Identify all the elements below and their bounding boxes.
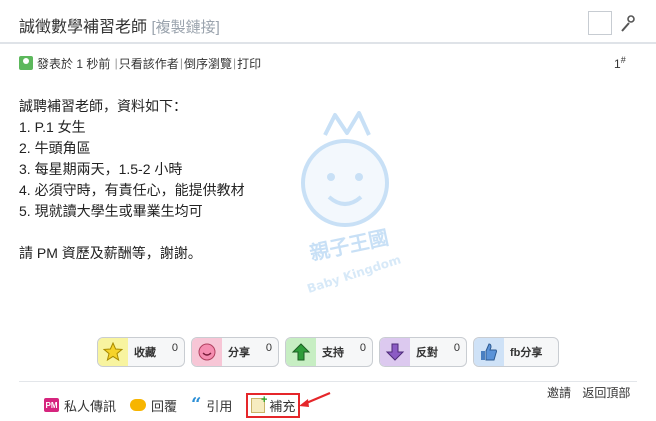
favorite-label: 收藏 — [134, 347, 156, 359]
oppose-button[interactable]: 反對 0 — [379, 337, 467, 367]
quote-button[interactable]: “ 引用 — [191, 396, 232, 415]
post-line: 5. 現就讀大學生或畢業生均可 — [19, 203, 203, 219]
up-arrow-icon — [286, 338, 316, 366]
thread-header: 誠徵數學補習老師 [複製鏈接] — [0, 0, 656, 44]
select-checkbox[interactable] — [588, 11, 612, 35]
supplement-label: 補充 — [269, 398, 296, 414]
reply-label: 回覆 — [151, 398, 178, 414]
post-line: 2. 牛頭角區 — [19, 140, 91, 156]
support-count: 0 — [359, 342, 366, 354]
only-author-link[interactable]: 只看該作者 — [119, 55, 179, 72]
post-line — [19, 222, 245, 243]
oppose-label: 反對 — [416, 347, 438, 359]
favorite-button[interactable]: 收藏 0 — [97, 337, 185, 367]
post-line: 1. P.1 女生 — [19, 119, 86, 135]
down-arrow-icon — [380, 338, 410, 366]
reverse-order-link[interactable]: 倒序瀏覽 — [184, 55, 232, 72]
supplement-button[interactable]: 補充 — [246, 392, 301, 418]
copy-link-button[interactable]: [複製鏈接] — [151, 19, 219, 36]
star-icon — [98, 338, 128, 366]
fb-share-label: fb分享 — [510, 347, 543, 359]
favorite-count: 0 — [171, 342, 178, 354]
baby-kingdom-watermark: 親子王國 Baby Kingdom — [301, 111, 403, 295]
fb-share-button[interactable]: fb分享 — [473, 337, 559, 367]
share-button[interactable]: 分享 0 — [191, 337, 279, 367]
share-count: 0 — [265, 342, 272, 354]
post-line: 4. 必須守時，有責任心，能提供教材 — [19, 182, 245, 198]
footer-divider — [19, 381, 637, 382]
highlight-arrow-icon — [299, 391, 331, 407]
pm-label: 私人傳訊 — [64, 398, 117, 414]
pm-button[interactable]: PM 私人傳訊 — [44, 396, 116, 415]
wrench-icon[interactable] — [619, 13, 635, 33]
quote-label: 引用 — [206, 398, 233, 414]
post-body: 誠聘補習老師，資料如下： 1. P.1 女生 2. 牛頭角區 3. 每星期兩天，… — [19, 96, 245, 264]
thread-title: 誠徵數學補習老師 — [19, 19, 148, 36]
invite-link[interactable]: 邀請 — [547, 386, 571, 400]
back-to-top-link[interactable]: 返回頂部 — [582, 386, 630, 400]
print-link[interactable]: 打印 — [237, 55, 261, 72]
post-actions: PM 私人傳訊 回覆 “ 引用 補充 — [44, 392, 314, 418]
reply-button[interactable]: 回覆 — [130, 396, 177, 415]
quote-icon: “ — [191, 394, 202, 415]
share-label: 分享 — [228, 347, 250, 359]
pm-icon: PM — [44, 398, 59, 412]
thumbs-up-icon — [474, 338, 504, 366]
add-note-icon — [251, 394, 267, 413]
floor-number[interactable]: 1# — [614, 55, 626, 71]
post-line: 請 PM 資歷及薪酬等，謝謝。 — [19, 245, 202, 261]
post-meta: 發表於 1 秒前 | 只看該作者 | 倒序瀏覽 | 打印 — [19, 55, 261, 71]
post-line: 誠聘補習老師，資料如下： — [19, 98, 187, 114]
support-button[interactable]: 支持 0 — [285, 337, 373, 367]
post-footer-links: 邀請 返回頂部 — [547, 384, 630, 401]
post-line: 3. 每星期兩天，1.5-2 小時 — [19, 161, 183, 177]
support-label: 支持 — [322, 347, 344, 359]
online-user-icon — [19, 56, 33, 70]
speech-bubble-icon — [130, 399, 147, 411]
heart-icon — [192, 338, 222, 366]
post-time: 發表於 1 秒前 — [37, 56, 111, 71]
thread-title-area: 誠徵數學補習老師 [複製鏈接] — [19, 13, 220, 37]
oppose-count: 0 — [453, 342, 460, 354]
